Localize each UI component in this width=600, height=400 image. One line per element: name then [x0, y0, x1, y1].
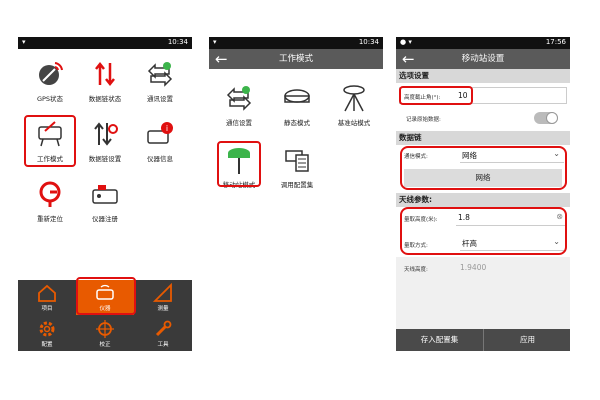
status-time: 17:56 — [545, 38, 566, 46]
datalink-group: 通信模式: 网络 ⌄ 网络 — [396, 145, 570, 193]
title-bar: ← 工作模式 — [209, 49, 383, 69]
item-label: 数据链设置 — [88, 155, 122, 163]
status-bar: ● ▾ 17:56 — [396, 37, 570, 49]
save-config-button[interactable]: 存入配置集 — [396, 329, 483, 351]
nav-tools[interactable]: 工具 — [134, 316, 192, 351]
title-bar: ← 移动站设置 — [396, 49, 570, 69]
antenna-group: 量取高度(米): 1.8 ⊗ 量取方式: 杆高 ⌄ — [396, 207, 570, 257]
nav-calibrate[interactable]: 校正 — [76, 316, 134, 351]
exchange-arrows-icon — [143, 57, 177, 91]
datalink-settings-item[interactable]: 数据链设置 — [77, 117, 133, 163]
page-title: 工作模式 — [278, 54, 313, 64]
wrench-icon — [134, 318, 192, 340]
datalink-status-item[interactable]: 数据链状态 — [77, 57, 133, 103]
ruler-icon — [134, 282, 192, 304]
comm-settings-item[interactable]: 通讯设置 — [132, 57, 188, 103]
config-list-icon — [280, 143, 314, 177]
item-label: 数据链状态 — [88, 95, 122, 103]
work-mode-highlight — [24, 115, 76, 167]
status-time: 10:34 — [167, 38, 188, 46]
nav-measure[interactable]: 测量 — [134, 280, 192, 315]
item-label: 通讯设置 — [147, 95, 173, 103]
antenna-height-label: 天线高度: — [404, 267, 428, 273]
rover-mode-highlight — [217, 141, 261, 187]
antenna-height-readonly: 1.9400 — [460, 263, 487, 272]
location-g-icon — [33, 177, 67, 211]
item-label: 仪器信息 — [147, 155, 173, 163]
home-icon — [18, 282, 76, 304]
receiver-icon — [280, 81, 314, 115]
record-raw-toggle[interactable] — [534, 112, 558, 124]
nav-label: 测量 — [157, 306, 169, 312]
nav-label: 项目 — [41, 306, 53, 312]
load-config-item[interactable]: 调用配置集 — [269, 143, 325, 189]
info-device-icon: i — [143, 117, 177, 151]
apply-button[interactable]: 应用 — [483, 329, 570, 351]
status-time: 10:34 — [358, 38, 379, 46]
item-label: GPS状态 — [36, 95, 64, 103]
phone-screen-rover-settings: ● ▾ 17:56 ← 移动站设置 选项设置 高度截止角(°): 10 记录原始… — [396, 37, 570, 351]
nav-label: 校正 — [99, 342, 111, 348]
tripod-receiver-icon — [337, 81, 371, 115]
phone-screen-instrument: ▾ 10:34 GPS状态 数据链状态 通讯设置 工作模式 数据链设置 i 仪器… — [18, 37, 192, 351]
antenna-highlight — [400, 207, 567, 255]
notification-icon: ▾ — [22, 38, 26, 46]
item-label: 静态模式 — [284, 119, 310, 127]
section-options: 选项设置 — [396, 69, 570, 83]
datalink-highlight — [400, 146, 567, 190]
status-bar: ▾ 10:34 — [209, 37, 383, 49]
notification-icon: ● ▾ — [400, 38, 412, 46]
signal-arrows-icon — [88, 57, 122, 91]
nav-config[interactable]: 配置 — [18, 316, 76, 351]
record-raw-label: 记录原始数据: — [406, 117, 441, 123]
item-label: 仪器注册 — [92, 215, 118, 223]
instrument-register-item[interactable]: 仪器注册 — [77, 177, 133, 223]
target-icon — [76, 318, 134, 340]
status-bar: ▾ 10:34 — [18, 37, 192, 49]
datalink-gear-icon — [88, 117, 122, 151]
phone-screen-work-mode: ▾ 10:34 ← 工作模式 通信设置 静态模式 基准站模式 移动站模式 调用配… — [209, 37, 383, 351]
toggle-knob — [546, 112, 558, 124]
satellite-dish-icon — [33, 57, 67, 91]
item-label: 通信设置 — [226, 119, 252, 127]
notification-icon: ▾ — [213, 38, 217, 46]
gear-icon — [18, 318, 76, 340]
instrument-info-item[interactable]: i 仪器信息 — [132, 117, 188, 163]
section-antenna: 天线参数: — [396, 193, 570, 207]
options-group: 高度截止角(°): 10 记录原始数据: — [396, 83, 570, 131]
section-datalink: 数据链 — [396, 131, 570, 145]
nav-label: 工具 — [157, 342, 169, 348]
exchange-arrows-icon — [222, 81, 256, 115]
comm-settings-item[interactable]: 通信设置 — [211, 81, 267, 127]
nav-project[interactable]: 项目 — [18, 280, 76, 315]
nav-label: 配置 — [41, 342, 53, 348]
elevation-highlight — [399, 86, 473, 105]
antenna-height-row: 天线高度: 1.9400 — [396, 257, 570, 279]
nav-instrument-highlight — [76, 277, 136, 315]
gps-status-item[interactable]: GPS状态 — [22, 57, 78, 103]
page-title: 移动站设置 — [461, 54, 505, 64]
register-device-icon — [88, 177, 122, 211]
item-label: 基准站模式 — [337, 119, 371, 127]
svg-text:i: i — [166, 124, 168, 133]
item-label: 重新定位 — [37, 215, 63, 223]
base-mode-item[interactable]: 基准站模式 — [326, 81, 382, 127]
relocate-item[interactable]: 重新定位 — [22, 177, 78, 223]
static-mode-item[interactable]: 静态模式 — [269, 81, 325, 127]
item-label: 调用配置集 — [280, 181, 314, 189]
